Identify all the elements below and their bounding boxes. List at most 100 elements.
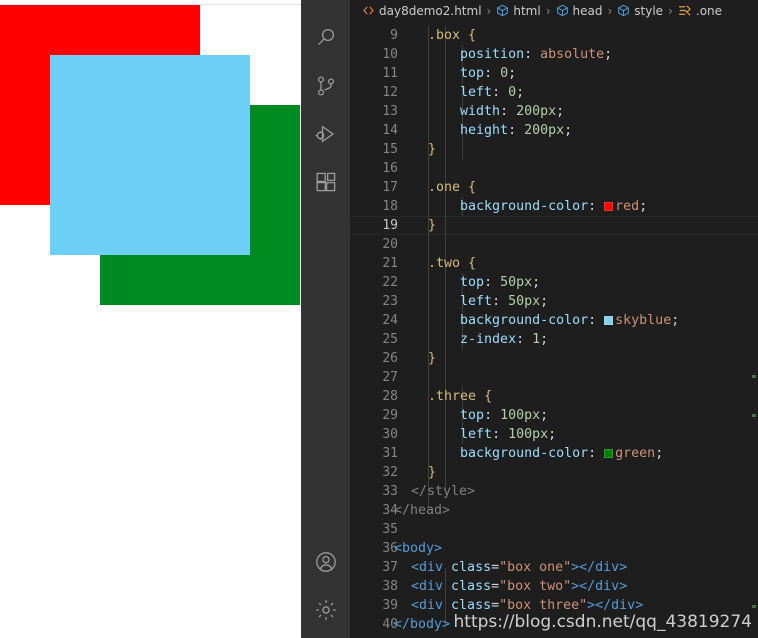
token-property: background-color xyxy=(460,446,589,461)
code-line-19: } xyxy=(428,216,758,235)
token-colon: : xyxy=(500,104,509,119)
activity-item-extensions[interactable] xyxy=(301,158,350,206)
line-number: 13 xyxy=(382,104,398,119)
line-number: 17 xyxy=(382,180,398,195)
token-brace: } xyxy=(428,351,437,366)
token-semicolon: ; xyxy=(540,408,549,423)
breadcrumb-label-style: style xyxy=(634,4,664,18)
breadcrumb-item-html[interactable]: html xyxy=(496,4,541,18)
editor-column: day8demo2.html › html › head › style › .… xyxy=(350,0,758,638)
line-number-active: 19 xyxy=(382,218,398,233)
code-line-17: .one { xyxy=(428,178,758,197)
line-number: 26 xyxy=(382,351,398,366)
breadcrumb-item-style[interactable]: style xyxy=(617,4,663,18)
line-number: 10 xyxy=(382,47,398,62)
vscode-window: day8demo2.html › html › head › style › .… xyxy=(301,0,758,638)
token-semicolon: ; xyxy=(655,446,664,461)
token-semicolon: ; xyxy=(508,66,517,81)
code-line-38: <div class="box two"></div> xyxy=(411,577,758,596)
activity-item-search[interactable] xyxy=(301,14,350,62)
breadcrumb-item-rule[interactable]: .one xyxy=(678,4,722,18)
run-and-debug-icon xyxy=(314,122,338,146)
line-number: 11 xyxy=(382,66,398,81)
token-colon: : xyxy=(516,332,525,347)
code-line-32: } xyxy=(428,463,758,482)
token-property: left xyxy=(460,294,493,309)
breadcrumb-separator: › xyxy=(607,4,613,18)
token-tag-body-close: </body> xyxy=(394,617,451,632)
code-line-31: background-color: green; xyxy=(428,444,758,463)
token-selector: .one xyxy=(428,180,461,195)
line-number: 18 xyxy=(382,199,398,214)
token-brace: { xyxy=(484,389,493,404)
token-brace: { xyxy=(468,256,477,271)
browser-preview-pane xyxy=(0,0,301,638)
color-swatch-green xyxy=(604,449,614,458)
activity-item-source-control[interactable] xyxy=(301,62,350,110)
token-selector: .box xyxy=(428,28,461,43)
token-semicolon: ; xyxy=(540,294,549,309)
token-property: left xyxy=(460,85,493,100)
token-number: 50px xyxy=(500,275,533,290)
token-property: z-index xyxy=(460,332,517,347)
code-line-37: <div class="box one"></div> xyxy=(411,558,758,577)
token-tag-head-close: </head> xyxy=(394,503,451,518)
line-number: 34 xyxy=(382,503,398,518)
token-semicolon: ; xyxy=(516,85,525,100)
token-brace: { xyxy=(468,28,477,43)
token-property: background-color xyxy=(460,313,589,328)
token-tag-div-open: <div xyxy=(411,598,444,613)
overview-ruler[interactable] xyxy=(744,22,758,638)
code-text[interactable]: .box { position: absolute; top: 0; left:… xyxy=(394,22,758,638)
token-number: 100px xyxy=(508,427,549,442)
token-value: green xyxy=(615,446,656,461)
token-brace-active: } xyxy=(428,218,437,233)
css-ruler-icon xyxy=(678,4,692,18)
token-tag-style-close: </style> xyxy=(411,484,476,499)
preview-box-two xyxy=(50,55,250,255)
code-line-25: z-index: 1; xyxy=(428,330,758,349)
search-icon xyxy=(314,26,338,50)
code-line-12: left: 0; xyxy=(428,83,758,102)
code-line-22: top: 50px; xyxy=(428,273,758,292)
breadcrumb-separator: › xyxy=(668,4,673,18)
token-tag-body-open: <body> xyxy=(394,541,443,556)
settings-gear-icon xyxy=(314,598,338,622)
activity-item-run-and-debug[interactable] xyxy=(301,110,350,158)
breadcrumb-item-file[interactable]: day8demo2.html xyxy=(362,4,482,18)
token-colon: : xyxy=(588,313,597,328)
token-colon: : xyxy=(484,66,493,81)
code-line-24: background-color: skyblue; xyxy=(428,311,758,330)
line-number: 31 xyxy=(382,446,398,461)
line-number: 40 xyxy=(382,617,398,632)
token-tag-div-open: <div xyxy=(411,579,444,594)
ruler-mark xyxy=(752,605,756,608)
activity-item-settings[interactable] xyxy=(301,586,350,634)
code-line-33: </style> xyxy=(411,482,758,501)
token-colon: : xyxy=(492,85,501,100)
token-number: 100px xyxy=(500,408,541,423)
breadcrumb-item-head[interactable]: head xyxy=(556,4,602,18)
account-icon xyxy=(314,550,338,574)
code-editor[interactable]: 9 10 11 12 13 14 15 16 17 18 19 20 21 22… xyxy=(350,22,758,638)
code-line-9: .box { xyxy=(428,26,758,45)
token-colon: : xyxy=(484,275,493,290)
token-semicolon: ; xyxy=(532,275,541,290)
activity-item-accounts[interactable] xyxy=(301,538,350,586)
code-line-34: </head> xyxy=(394,501,758,520)
line-number: 36 xyxy=(382,541,398,556)
line-number: 16 xyxy=(382,161,398,176)
line-number: 21 xyxy=(382,256,398,271)
line-number: 22 xyxy=(382,275,398,290)
token-class-value: "box two" xyxy=(499,579,572,594)
code-line-11: top: 0; xyxy=(428,64,758,83)
token-colon: : xyxy=(484,408,493,423)
token-attr-class: class xyxy=(451,560,492,575)
symbol-cube-icon xyxy=(617,4,630,18)
token-value: red xyxy=(615,199,640,214)
breadcrumb-label-file: day8demo2.html xyxy=(379,4,482,18)
line-number: 27 xyxy=(382,370,398,385)
breadcrumb: day8demo2.html › html › head › style › .… xyxy=(350,0,758,22)
